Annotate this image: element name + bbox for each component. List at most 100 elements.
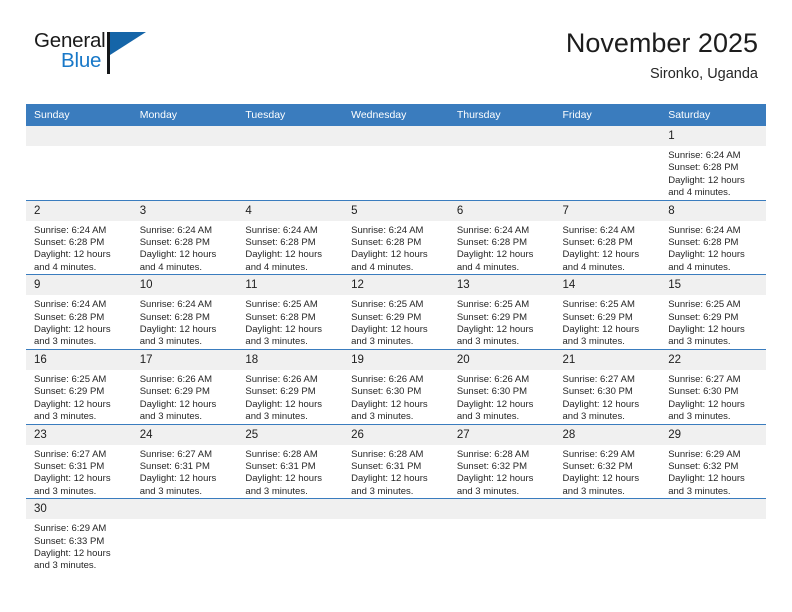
brand-logo[interactable]: General Blue: [34, 26, 154, 82]
calendar-day-cell[interactable]: 22 Sunrise: 6:27 AM Sunset: 6:30 PM Dayligh…: [660, 348, 766, 424]
sunrise-text: Sunrise: 6:28 AM: [456, 448, 530, 460]
day-details: Sunrise: 6:24 AM Sunset: 6:28 PM Daylight:…: [449, 221, 555, 275]
day-details: Sunrise: 6:29 AM Sunset: 6:32 PM Daylight:…: [555, 445, 661, 499]
day-number: [554, 499, 661, 520]
day-details: Sunrise: 6:25 AM Sunset: 6:29 PM Daylight:…: [449, 295, 555, 349]
daylight-text: Daylight: 12 hours and 4 minutes.: [456, 249, 534, 273]
calendar-day-cell[interactable]: 15 Sunrise: 6:25 AM Sunset: 6:29 PM Dayligh…: [660, 274, 766, 350]
daylight-text: Daylight: 12 hours and 3 minutes.: [668, 473, 745, 497]
calendar-day-cell[interactable]: 29 Sunrise: 6:29 AM Sunset: 6:32 PM Dayligh…: [660, 423, 766, 499]
sunrise-text: Sunrise: 6:28 AM: [245, 448, 318, 460]
sunrise-text: Sunrise: 6:29 AM: [562, 448, 635, 460]
weekday-header-friday: Friday: [554, 104, 661, 126]
calendar-day-cell[interactable]: 12 Sunrise: 6:25 AM Sunset: 6:29 PM Dayligh…: [343, 274, 449, 350]
day-number: [131, 126, 238, 146]
calendar-table: Sunday Monday Tuesday Wednesday Thursday Frid…: [26, 104, 766, 573]
daylight-text: Daylight: 12 hours and 3 minutes.: [351, 473, 428, 497]
weekday-header-wednesday: Wednesday: [343, 104, 449, 126]
day-number: 11: [237, 275, 344, 296]
sunrise-text: Sunrise: 6:26 AM: [351, 373, 424, 385]
calendar-empty-cell: [660, 498, 766, 573]
calendar-day-cell[interactable]: 2 Sunrise: 6:24 AM Sunset: 6:28 PM Daylight…: [26, 199, 132, 275]
calendar-day-cell[interactable]: 30 Sunrise: 6:29 AM Sunset: 6:33 PM Dayligh…: [26, 498, 132, 573]
calendar-day-cell[interactable]: 21 Sunrise: 6:27 AM Sunset: 6:30 PM Dayligh…: [554, 348, 661, 424]
day-number: 22: [660, 349, 766, 370]
sunrise-text: Sunrise: 6:26 AM: [456, 373, 530, 385]
sunrise-text: Sunrise: 6:27 AM: [139, 448, 213, 460]
sunset-text: Sunset: 6:31 PM: [245, 460, 316, 472]
day-details: Sunrise: 6:25 AM Sunset: 6:29 PM Daylight:…: [343, 295, 449, 349]
daylight-text: Daylight: 12 hours and 3 minutes.: [668, 398, 745, 423]
sunrise-text: Sunrise: 6:25 AM: [562, 299, 635, 311]
day-number: [237, 126, 344, 146]
calendar-day-cell[interactable]: 17 Sunrise: 6:26 AM Sunset: 6:29 PM Dayligh…: [131, 348, 238, 424]
calendar-week-row: 1 Sunrise: 6:24 AM Sunset: 6:28 PM Daylight…: [26, 126, 766, 201]
day-details: Sunrise: 6:24 AM Sunset: 6:28 PM Daylight:…: [555, 221, 661, 275]
calendar-day-cell[interactable]: 13 Sunrise: 6:25 AM Sunset: 6:29 PM Dayligh…: [448, 274, 555, 350]
sunset-text: Sunset: 6:31 PM: [351, 460, 422, 472]
day-number: 27: [448, 424, 555, 445]
daylight-text: Daylight: 12 hours and 3 minutes.: [139, 324, 217, 348]
day-number: 20: [448, 349, 555, 370]
day-number: 5: [343, 200, 449, 221]
day-number: 23: [26, 424, 132, 445]
day-number: [237, 499, 344, 520]
day-number: [448, 126, 555, 146]
sunset-text: Sunset: 6:31 PM: [139, 460, 210, 472]
calendar-day-cell[interactable]: 19 Sunrise: 6:26 AM Sunset: 6:30 PM Dayligh…: [343, 348, 449, 424]
day-details: Sunrise: 6:24 AM Sunset: 6:28 PM Daylight:…: [660, 146, 766, 200]
calendar-day-cell[interactable]: 24 Sunrise: 6:27 AM Sunset: 6:31 PM Dayligh…: [131, 423, 238, 499]
daylight-text: Daylight: 12 hours and 3 minutes.: [456, 473, 534, 497]
calendar-day-cell[interactable]: 5 Sunrise: 6:24 AM Sunset: 6:28 PM Daylight…: [343, 199, 449, 275]
calendar-day-cell[interactable]: 7 Sunrise: 6:24 AM Sunset: 6:28 PM Daylight…: [554, 199, 661, 275]
sunset-text: Sunset: 6:28 PM: [456, 237, 528, 249]
calendar-day-cell[interactable]: 9 Sunrise: 6:24 AM Sunset: 6:28 PM Daylight…: [26, 274, 132, 350]
sunset-text: Sunset: 6:30 PM: [668, 386, 739, 398]
page-subtitle: Sironko, Uganda: [649, 66, 758, 82]
calendar-empty-cell: [237, 126, 344, 201]
sunrise-text: Sunrise: 6:27 AM: [562, 373, 635, 385]
calendar-day-cell[interactable]: 3 Sunrise: 6:24 AM Sunset: 6:28 PM Daylight…: [131, 199, 238, 275]
day-number: 15: [660, 275, 766, 296]
day-number: 13: [448, 275, 555, 296]
calendar-day-cell[interactable]: 10 Sunrise: 6:24 AM Sunset: 6:28 PM Dayligh…: [131, 274, 238, 350]
day-number: 6: [448, 200, 555, 221]
daylight-text: Daylight: 12 hours and 3 minutes.: [245, 473, 322, 497]
calendar-day-cell[interactable]: 11 Sunrise: 6:25 AM Sunset: 6:28 PM Dayligh…: [237, 274, 344, 350]
daylight-text: Daylight: 12 hours and 3 minutes.: [34, 473, 111, 497]
calendar-empty-cell: [131, 126, 238, 201]
calendar-day-cell[interactable]: 23 Sunrise: 6:27 AM Sunset: 6:31 PM Dayligh…: [26, 423, 132, 499]
day-details: Sunrise: 6:24 AM Sunset: 6:28 PM Daylight:…: [26, 221, 132, 275]
calendar-day-cell[interactable]: 20 Sunrise: 6:26 AM Sunset: 6:30 PM Dayligh…: [448, 348, 555, 424]
weekday-header-monday: Monday: [131, 104, 238, 126]
calendar-day-cell[interactable]: 25 Sunrise: 6:28 AM Sunset: 6:31 PM Dayligh…: [237, 423, 344, 499]
calendar-day-cell[interactable]: 18 Sunrise: 6:26 AM Sunset: 6:29 PM Dayligh…: [237, 348, 344, 424]
calendar-day-cell[interactable]: 26 Sunrise: 6:28 AM Sunset: 6:31 PM Dayligh…: [343, 423, 449, 499]
calendar-page: General Blue November 2025 Sironko, Ugan…: [0, 0, 792, 612]
sunset-text: Sunset: 6:28 PM: [668, 162, 739, 174]
sunrise-text: Sunrise: 6:24 AM: [139, 299, 213, 311]
day-details: Sunrise: 6:25 AM Sunset: 6:28 PM Daylight:…: [237, 295, 343, 349]
calendar-day-cell[interactable]: 1 Sunrise: 6:24 AM Sunset: 6:28 PM Daylight…: [660, 126, 766, 201]
calendar-day-cell[interactable]: 8 Sunrise: 6:24 AM Sunset: 6:28 PM Daylight…: [660, 199, 766, 275]
day-number: 9: [26, 275, 132, 296]
sunrise-text: Sunrise: 6:24 AM: [34, 224, 107, 236]
daylight-text: Daylight: 12 hours and 3 minutes.: [456, 398, 534, 423]
sunset-text: Sunset: 6:28 PM: [668, 237, 739, 249]
calendar-day-cell[interactable]: 14 Sunrise: 6:25 AM Sunset: 6:29 PM Dayligh…: [554, 274, 661, 350]
calendar-day-cell[interactable]: 27 Sunrise: 6:28 AM Sunset: 6:32 PM Dayligh…: [448, 423, 555, 499]
calendar-week-row: 2 Sunrise: 6:24 AM Sunset: 6:28 PM Daylight…: [26, 199, 766, 275]
page-title: November 2025: [565, 28, 758, 58]
calendar-day-cell[interactable]: 28 Sunrise: 6:29 AM Sunset: 6:32 PM Dayligh…: [554, 423, 661, 499]
calendar-day-cell[interactable]: 4 Sunrise: 6:24 AM Sunset: 6:28 PM Daylight…: [237, 199, 344, 275]
sunset-text: Sunset: 6:30 PM: [456, 386, 528, 398]
calendar-day-cell[interactable]: 6 Sunrise: 6:24 AM Sunset: 6:28 PM Daylight…: [448, 199, 555, 275]
calendar-empty-cell: [26, 126, 132, 201]
daylight-text: Daylight: 12 hours and 3 minutes.: [351, 398, 428, 423]
day-details: Sunrise: 6:27 AM Sunset: 6:31 PM Daylight:…: [26, 445, 132, 499]
sunrise-text: Sunrise: 6:24 AM: [668, 150, 741, 161]
calendar-day-cell[interactable]: 16 Sunrise: 6:25 AM Sunset: 6:29 PM Dayligh…: [26, 348, 132, 424]
daylight-text: Daylight: 12 hours and 4 minutes.: [351, 249, 428, 273]
title-block: November 2025 Sironko, Uganda: [566, 26, 758, 84]
sunrise-text: Sunrise: 6:24 AM: [139, 224, 213, 236]
